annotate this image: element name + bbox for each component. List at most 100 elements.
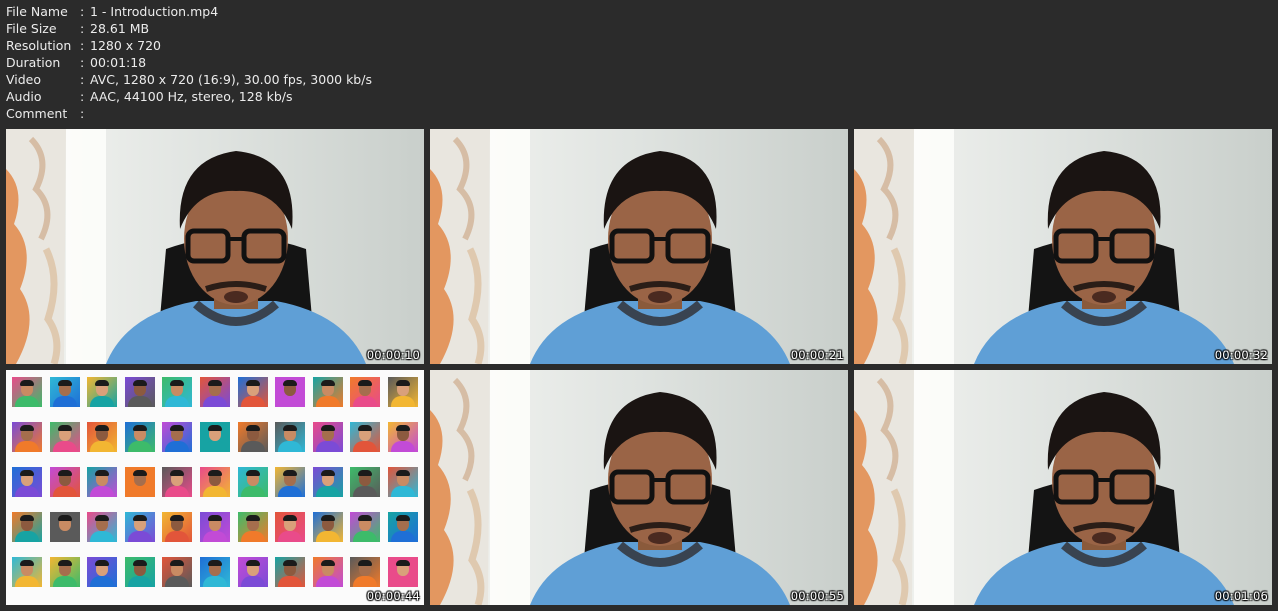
gallery-caption-strip — [48, 370, 83, 376]
meta-value: 28.61 MB — [90, 21, 150, 36]
video-thumbnail[interactable]: 00:00:21 — [430, 129, 848, 364]
meta-value: 00:01:18 — [90, 55, 147, 70]
meta-key: File Name — [6, 4, 68, 19]
gallery-thumbnail — [385, 422, 420, 466]
meta-key: Duration — [6, 55, 61, 70]
meta-row-audio: Audio : AAC, 44100 Hz, stereo, 128 kb/s — [6, 88, 372, 105]
video-thumbnail[interactable]: 00:00:32 — [854, 129, 1272, 364]
gallery-thumbnail — [10, 512, 45, 556]
gallery-thumbnail — [85, 422, 120, 466]
gallery-thumbnail — [85, 467, 120, 511]
gallery-thumbnail — [10, 467, 45, 511]
gallery-thumbnail — [123, 422, 158, 466]
gallery-thumbnail — [235, 512, 270, 556]
gallery-thumbnail — [273, 512, 308, 556]
gallery-thumbnail — [160, 512, 195, 556]
meta-row-resolution: Resolution : 1280 x 720 — [6, 37, 372, 54]
gallery-thumbnail — [198, 557, 233, 601]
gallery-thumbnail — [198, 467, 233, 511]
meta-key: Resolution — [6, 38, 72, 53]
person-frame-image — [6, 129, 424, 364]
timestamp-label: 00:00:44 — [366, 589, 420, 603]
gallery-thumbnail — [123, 512, 158, 556]
gallery-thumbnail — [310, 377, 345, 421]
person-frame-image — [430, 370, 848, 605]
gallery-thumbnail — [310, 557, 345, 601]
gallery-thumbnail — [273, 467, 308, 511]
gallery-thumbnail — [160, 422, 195, 466]
gallery-thumbnail — [48, 557, 83, 601]
person-frame-image — [854, 129, 1272, 364]
gallery-thumbnail — [160, 557, 195, 601]
gallery-thumbnail — [198, 377, 233, 421]
gallery-thumbnail — [348, 422, 383, 466]
gallery-thumbnail — [10, 422, 45, 466]
gallery-thumbnail — [10, 557, 45, 601]
gallery-thumbnail — [123, 377, 158, 421]
meta-value: AVC, 1280 x 720 (16:9), 30.00 fps, 3000 … — [90, 72, 372, 87]
gallery-thumbnail — [160, 377, 195, 421]
gallery-thumbnail — [48, 512, 83, 556]
person-frame-image — [854, 370, 1272, 605]
meta-row-file-name: File Name : 1 - Introduction.mp4 — [6, 3, 372, 20]
meta-key: Comment — [6, 106, 68, 121]
meta-sep: : — [80, 4, 85, 19]
meta-row-video: Video : AVC, 1280 x 720 (16:9), 30.00 fp… — [6, 71, 372, 88]
meta-sep: : — [80, 21, 85, 36]
gallery-thumbnail — [10, 377, 45, 421]
gallery-thumbnail — [235, 377, 270, 421]
gallery-thumbnail — [48, 422, 83, 466]
gallery-thumbnail — [273, 422, 308, 466]
gallery-thumbnail — [385, 377, 420, 421]
gallery-caption-strip — [10, 370, 45, 376]
gallery-thumbnail — [160, 467, 195, 511]
meta-sep: : — [80, 89, 85, 104]
gallery-caption-strip — [235, 370, 270, 376]
image-gallery-collage — [6, 370, 424, 605]
video-thumbnail[interactable]: 00:01:06 — [854, 370, 1272, 605]
thumbnail-grid: 00:00:10 00:00:21 00:00:32 00:00:44 00:0… — [6, 129, 1272, 605]
meta-value: 1280 x 720 — [90, 38, 162, 53]
meta-sep: : — [80, 72, 85, 87]
gallery-thumbnail — [385, 512, 420, 556]
timestamp-label: 00:00:21 — [790, 348, 844, 362]
meta-value: AAC, 44100 Hz, stereo, 128 kb/s — [90, 89, 293, 104]
gallery-caption-strip — [310, 370, 345, 376]
timestamp-label: 00:00:55 — [790, 589, 844, 603]
timestamp-label: 00:00:10 — [366, 348, 420, 362]
gallery-thumbnail — [123, 557, 158, 601]
gallery-thumbnail — [310, 467, 345, 511]
gallery-thumbnail — [48, 467, 83, 511]
meta-key: File Size — [6, 21, 57, 36]
gallery-thumbnail — [310, 422, 345, 466]
gallery-thumbnail — [348, 467, 383, 511]
meta-row-duration: Duration : 00:01:18 — [6, 54, 372, 71]
gallery-thumbnail — [273, 377, 308, 421]
gallery-thumbnail — [123, 467, 158, 511]
meta-value: 1 - Introduction.mp4 — [90, 4, 219, 19]
video-thumbnail[interactable]: 00:00:10 — [6, 129, 424, 364]
gallery-thumbnail — [273, 557, 308, 601]
gallery-thumbnail — [385, 467, 420, 511]
meta-sep: : — [80, 38, 85, 53]
meta-row-file-size: File Size : 28.61 MB — [6, 20, 372, 37]
gallery-caption-strip — [273, 370, 308, 376]
gallery-thumbnail — [310, 512, 345, 556]
meta-sep: : — [80, 106, 85, 121]
gallery-caption-strip — [348, 370, 383, 376]
person-frame-image — [430, 129, 848, 364]
gallery-thumbnail — [198, 512, 233, 556]
gallery-thumbnail — [348, 512, 383, 556]
gallery-thumbnail — [85, 512, 120, 556]
gallery-caption-strip — [160, 370, 195, 376]
video-thumbnail[interactable]: 00:00:55 — [430, 370, 848, 605]
timestamp-label: 00:00:32 — [1214, 348, 1268, 362]
gallery-thumbnail — [85, 377, 120, 421]
meta-row-comment: Comment : — [6, 105, 372, 122]
video-thumbnail[interactable]: 00:00:44 — [6, 370, 424, 605]
gallery-thumbnail — [85, 557, 120, 601]
gallery-caption-strip — [123, 370, 158, 376]
gallery-thumbnail — [235, 557, 270, 601]
gallery-caption-strip — [385, 370, 420, 376]
gallery-thumbnail — [198, 422, 233, 466]
